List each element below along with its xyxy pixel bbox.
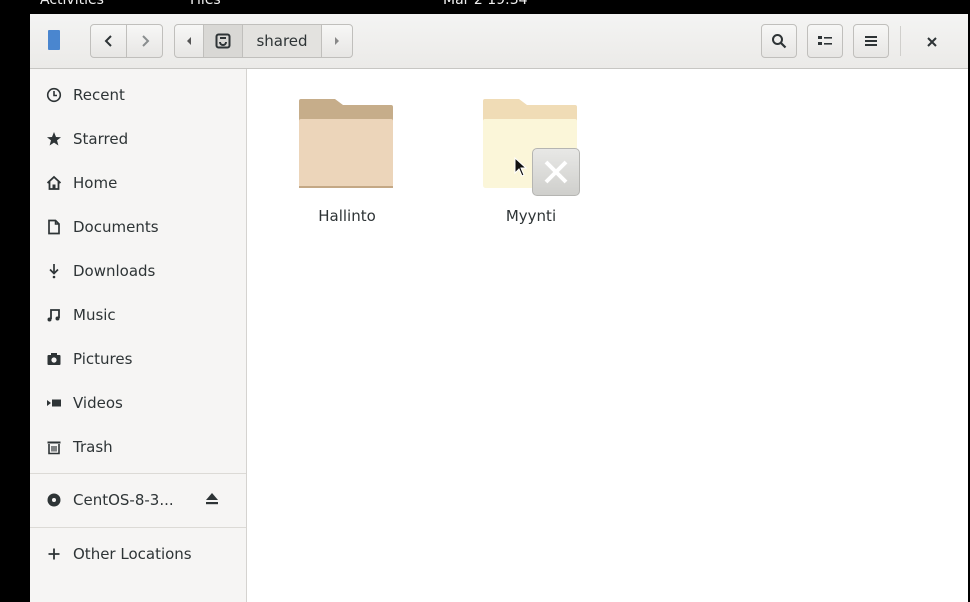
forward-button[interactable]	[126, 24, 163, 58]
sidebar-item-label: Starred	[73, 130, 129, 148]
app-menu-label[interactable]: Files	[190, 0, 221, 8]
folder-item[interactable]: Hallinto	[277, 77, 417, 225]
sidebar-item-trash[interactable]: Trash	[30, 427, 246, 467]
close-icon	[927, 37, 937, 47]
sidebar-item-device[interactable]: CentOS-8-3...	[30, 480, 246, 520]
back-button[interactable]	[90, 24, 127, 58]
folder-item[interactable]: Myynti	[461, 77, 601, 225]
search-button[interactable]	[761, 24, 797, 58]
chevron-left-icon	[104, 35, 112, 47]
sidebar-item-label: CentOS-8-3...	[73, 491, 174, 509]
sidebar-separator	[30, 527, 246, 528]
sidebar-item-other-locations[interactable]: Other Locations	[30, 534, 246, 574]
sidebar-item-starred[interactable]: Starred	[30, 119, 246, 159]
disc-icon	[45, 491, 63, 509]
sidebar-item-downloads[interactable]: Downloads	[30, 251, 246, 291]
clock-icon	[45, 86, 63, 104]
path-shared-button[interactable]: shared	[242, 24, 322, 58]
sidebar-item-label: Videos	[73, 394, 123, 412]
location-label: shared	[256, 32, 308, 50]
trash-icon	[45, 438, 63, 456]
sidebar-item-label: Music	[73, 306, 116, 324]
document-icon	[45, 218, 63, 236]
sidebar: Recent Starred Home Documents Downloads …	[30, 69, 247, 602]
sidebar-item-home[interactable]: Home	[30, 163, 246, 203]
path-scroll-left-button[interactable]	[174, 24, 204, 58]
activities-label[interactable]: Activities	[40, 0, 104, 8]
close-icon	[544, 160, 568, 184]
mouse-pointer-icon	[514, 157, 528, 177]
download-icon	[45, 262, 63, 280]
folder-name: Myynti	[505, 207, 557, 225]
sidebar-item-label: Documents	[73, 218, 159, 236]
list-view-icon	[818, 36, 832, 45]
triangle-right-icon	[335, 37, 339, 45]
system-top-bar: Activities Files Mar 2 19:34	[0, 0, 970, 14]
view-toggle-button[interactable]	[807, 24, 843, 58]
sidebar-item-videos[interactable]: Videos	[30, 383, 246, 423]
sidebar-item-label: Downloads	[73, 262, 156, 280]
hamburger-icon	[865, 36, 877, 46]
chevron-right-icon	[141, 35, 149, 47]
star-icon	[45, 130, 63, 148]
path-root-button[interactable]	[203, 24, 243, 58]
sidebar-item-label: Trash	[73, 438, 113, 456]
folder-name: Hallinto	[318, 207, 376, 225]
video-icon	[45, 394, 63, 412]
sidebar-item-label: Recent	[73, 86, 125, 104]
sidebar-item-documents[interactable]: Documents	[30, 207, 246, 247]
sidebar-item-label: Pictures	[73, 350, 133, 368]
home-icon	[45, 174, 63, 192]
camera-icon	[45, 350, 63, 368]
drive-icon	[215, 33, 231, 49]
path-scroll-right-button[interactable]	[321, 24, 353, 58]
drop-unavailable-badge	[532, 148, 580, 196]
sidebar-item-pictures[interactable]: Pictures	[30, 339, 246, 379]
folder-icon	[299, 99, 393, 188]
close-button[interactable]	[914, 26, 950, 58]
files-window: shared Recent Starred Home Documents Dow…	[30, 14, 968, 602]
music-icon	[45, 306, 63, 324]
file-view[interactable]: Hallinto Myynti	[247, 69, 968, 602]
header-separator	[900, 26, 901, 56]
clock-label[interactable]: Mar 2 19:34	[443, 0, 528, 8]
sidebar-item-label: Home	[73, 174, 118, 192]
menu-button[interactable]	[853, 24, 889, 58]
sidebar-toggle-icon[interactable]	[48, 30, 60, 50]
eject-icon[interactable]	[204, 492, 220, 510]
sidebar-item-recent[interactable]: Recent	[30, 75, 246, 115]
sidebar-separator	[30, 473, 246, 474]
triangle-left-icon	[187, 37, 191, 45]
plus-icon	[45, 545, 63, 563]
search-icon	[772, 34, 787, 49]
header-bar: shared	[30, 14, 968, 69]
sidebar-item-label: Other Locations	[73, 545, 192, 563]
sidebar-item-music[interactable]: Music	[30, 295, 246, 335]
